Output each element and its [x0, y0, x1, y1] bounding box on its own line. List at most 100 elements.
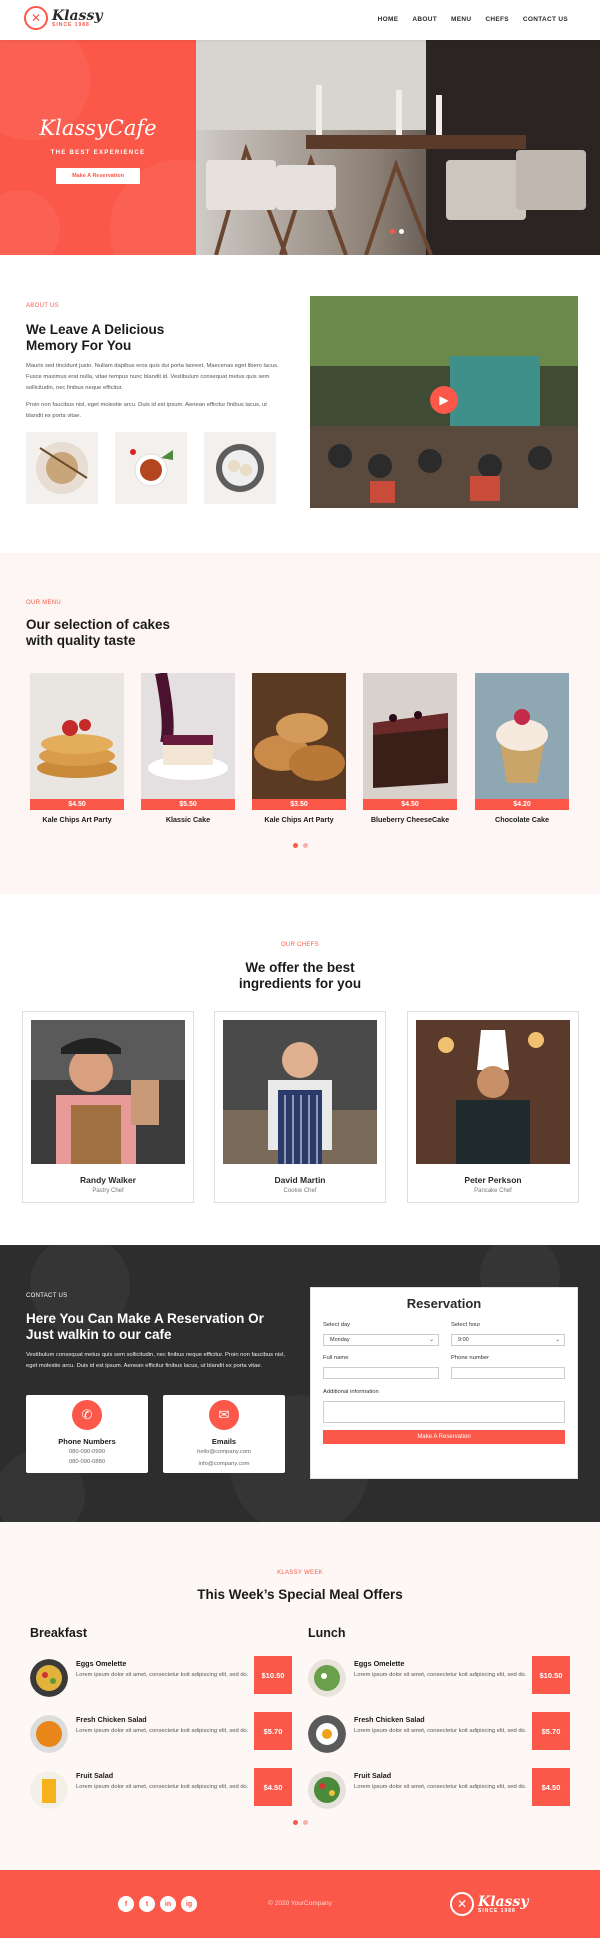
menu-card[interactable]: $4.50 Kale Chips Art Party: [30, 673, 124, 824]
nav-chefs[interactable]: CHEFS: [485, 16, 509, 23]
phone-number[interactable]: 080-090-0990: [26, 1449, 148, 1455]
about-thumbnail: [115, 432, 187, 504]
dumpling-plate-image: [36, 442, 88, 494]
about-video[interactable]: ▶: [310, 296, 578, 508]
mail-icon: ✉: [209, 1400, 239, 1430]
slider-dot[interactable]: [293, 1820, 298, 1825]
restaurant-interior-image: [196, 40, 600, 255]
meal-name: Fruit Salad: [76, 1771, 114, 1780]
meal-item[interactable]: Eggs Omelette Lorem ipsum dolor sit amet…: [30, 1656, 292, 1702]
meal-item[interactable]: Eggs Omelette Lorem ipsum dolor sit amet…: [308, 1656, 570, 1702]
week-eyebrow: KLASSY WEEK: [277, 1570, 323, 1576]
fruit-salad-image: [308, 1771, 346, 1809]
meal-description: Lorem ipsum dolor sit amet, consectetur …: [76, 1784, 249, 1790]
chefs-title: We offer the best ingredients for you: [238, 960, 362, 991]
hero-photo: [196, 40, 600, 255]
email-card: ✉ Emails hello@company.com info@company.…: [163, 1395, 285, 1473]
footer-logo[interactable]: ✕ Klassy SINCE 1988: [450, 1892, 528, 1916]
juice-image: [30, 1771, 68, 1809]
chef-card[interactable]: Peter Perkson Pancake Chef: [407, 1011, 579, 1203]
email-address[interactable]: hello@company.com: [163, 1449, 285, 1455]
chef-name: David Martin: [274, 1175, 326, 1185]
chef-role: Pancake Chef: [474, 1188, 512, 1194]
hero-panel: [0, 40, 196, 255]
meal-slider-dots: [293, 1820, 308, 1825]
chef-name: Randy Walker: [80, 1175, 136, 1185]
form-title: Reservation: [406, 1296, 482, 1311]
slider-dot[interactable]: [399, 229, 404, 234]
reservation-form: Reservation Select day Monday ⌄ Select ho…: [310, 1287, 578, 1479]
site-header: ✕ Klassy SINCE 1988 HOME ABOUT MENU CHEF…: [0, 0, 600, 40]
nav-about[interactable]: ABOUT: [412, 16, 437, 23]
site-footer: f t in ig © 2020 YourCompany ✕ Klassy SI…: [0, 1870, 600, 1938]
meal-name: Eggs Omelette: [76, 1659, 127, 1668]
lunch-title: Lunch: [308, 1626, 346, 1640]
hero-reservation-button[interactable]: Make A Reservation: [56, 168, 140, 184]
nav-menu[interactable]: MENU: [451, 16, 471, 23]
day-select[interactable]: Monday ⌄: [323, 1334, 439, 1346]
menu-card[interactable]: $4.50 Blueberry CheeseCake: [363, 673, 457, 824]
chef-role: Cookie Chef: [283, 1188, 317, 1194]
email-title: Emails: [211, 1437, 237, 1446]
slider-dot[interactable]: [390, 229, 395, 234]
phone-card: ✆ Phone Numbers 080-090-0990 080-090-088…: [26, 1395, 148, 1473]
pancake-image: [30, 673, 124, 799]
logo[interactable]: ✕ Klassy SINCE 1988: [24, 6, 102, 30]
decorative-shape: [0, 190, 60, 255]
meal-item[interactable]: Fruit Salad Lorem ipsum dolor sit amet, …: [308, 1768, 570, 1814]
hour-label: Select hour: [451, 1322, 481, 1328]
chef-photo: [31, 1020, 185, 1164]
main-nav: HOME ABOUT MENU CHEFS CONTACT US: [378, 16, 568, 23]
cheesecake-image: [363, 673, 457, 799]
reservation-submit-button[interactable]: Make A Reservation: [323, 1430, 565, 1444]
price-badge: $3.50: [252, 799, 346, 810]
chef-card[interactable]: David Martin Cookie Chef: [214, 1011, 386, 1203]
info-label: Additional information: [323, 1389, 379, 1395]
hero-slider-dots: [390, 229, 404, 234]
slider-dot[interactable]: [303, 843, 308, 848]
info-textarea[interactable]: [323, 1401, 565, 1423]
about-thumbnail: [26, 432, 98, 504]
breakfast-title: Breakfast: [30, 1626, 87, 1640]
phone-input[interactable]: [451, 1367, 565, 1379]
omelette-image: [30, 1659, 68, 1697]
meal-price: $4.50: [532, 1768, 570, 1806]
contact-title: Here You Can Make A Reservation Or Just …: [26, 1311, 264, 1342]
meal-description: Lorem ipsum dolor sit amet, consectetur …: [354, 1728, 527, 1734]
cutlery-icon: ✕: [24, 6, 48, 30]
play-icon[interactable]: ▶: [430, 386, 458, 414]
hour-select[interactable]: 9:00 ⌄: [451, 1334, 565, 1346]
day-label: Select day: [323, 1322, 351, 1328]
menu-card[interactable]: $4.20 Chocolate Cake: [475, 673, 569, 824]
meal-name: Eggs Omelette: [354, 1659, 405, 1668]
nav-contact[interactable]: CONTACT US: [523, 16, 568, 23]
meal-item[interactable]: Fresh Chicken Salad Lorem ipsum dolor si…: [308, 1712, 570, 1758]
phone-input-label: Phone number: [451, 1355, 490, 1361]
chevron-down-icon: ⌄: [429, 1337, 434, 1343]
meal-item[interactable]: Fresh Chicken Salad Lorem ipsum dolor si…: [30, 1712, 292, 1758]
meal-description: Lorem ipsum dolor sit amet, consectetur …: [354, 1784, 527, 1790]
email-address[interactable]: info@company.com: [163, 1461, 285, 1467]
cupcake-image: [475, 673, 569, 799]
bread-image: [252, 673, 346, 799]
menu-card[interactable]: $3.50 Kale Chips Art Party: [252, 673, 346, 824]
contact-paragraph: Vestibulum consequat metus quis sem soll…: [26, 1352, 285, 1369]
meal-name: Fresh Chicken Salad: [76, 1715, 147, 1724]
name-input[interactable]: [323, 1367, 439, 1379]
phone-icon: ✆: [72, 1400, 102, 1430]
meal-name: Fresh Chicken Salad: [354, 1715, 425, 1724]
cutlery-icon: ✕: [450, 1892, 474, 1916]
menu-item-name: Kale Chips Art Party: [42, 815, 112, 824]
footer-logo-name: Klassy: [478, 1893, 529, 1910]
meal-item[interactable]: Fruit Salad Lorem ipsum dolor sit amet, …: [30, 1768, 292, 1814]
menu-card[interactable]: $5.50 Klassic Cake: [141, 673, 235, 824]
nav-home[interactable]: HOME: [378, 16, 399, 23]
menu-item-name: Klassic Cake: [165, 815, 211, 824]
price-badge: $4.50: [363, 799, 457, 810]
phone-number[interactable]: 080-090-0880: [26, 1459, 148, 1465]
chef-photo: [223, 1020, 377, 1164]
meal-name: Fruit Salad: [354, 1771, 392, 1780]
slider-dot[interactable]: [303, 1820, 308, 1825]
slider-dot[interactable]: [293, 843, 298, 848]
chef-card[interactable]: Randy Walker Pastry Chef: [22, 1011, 194, 1203]
